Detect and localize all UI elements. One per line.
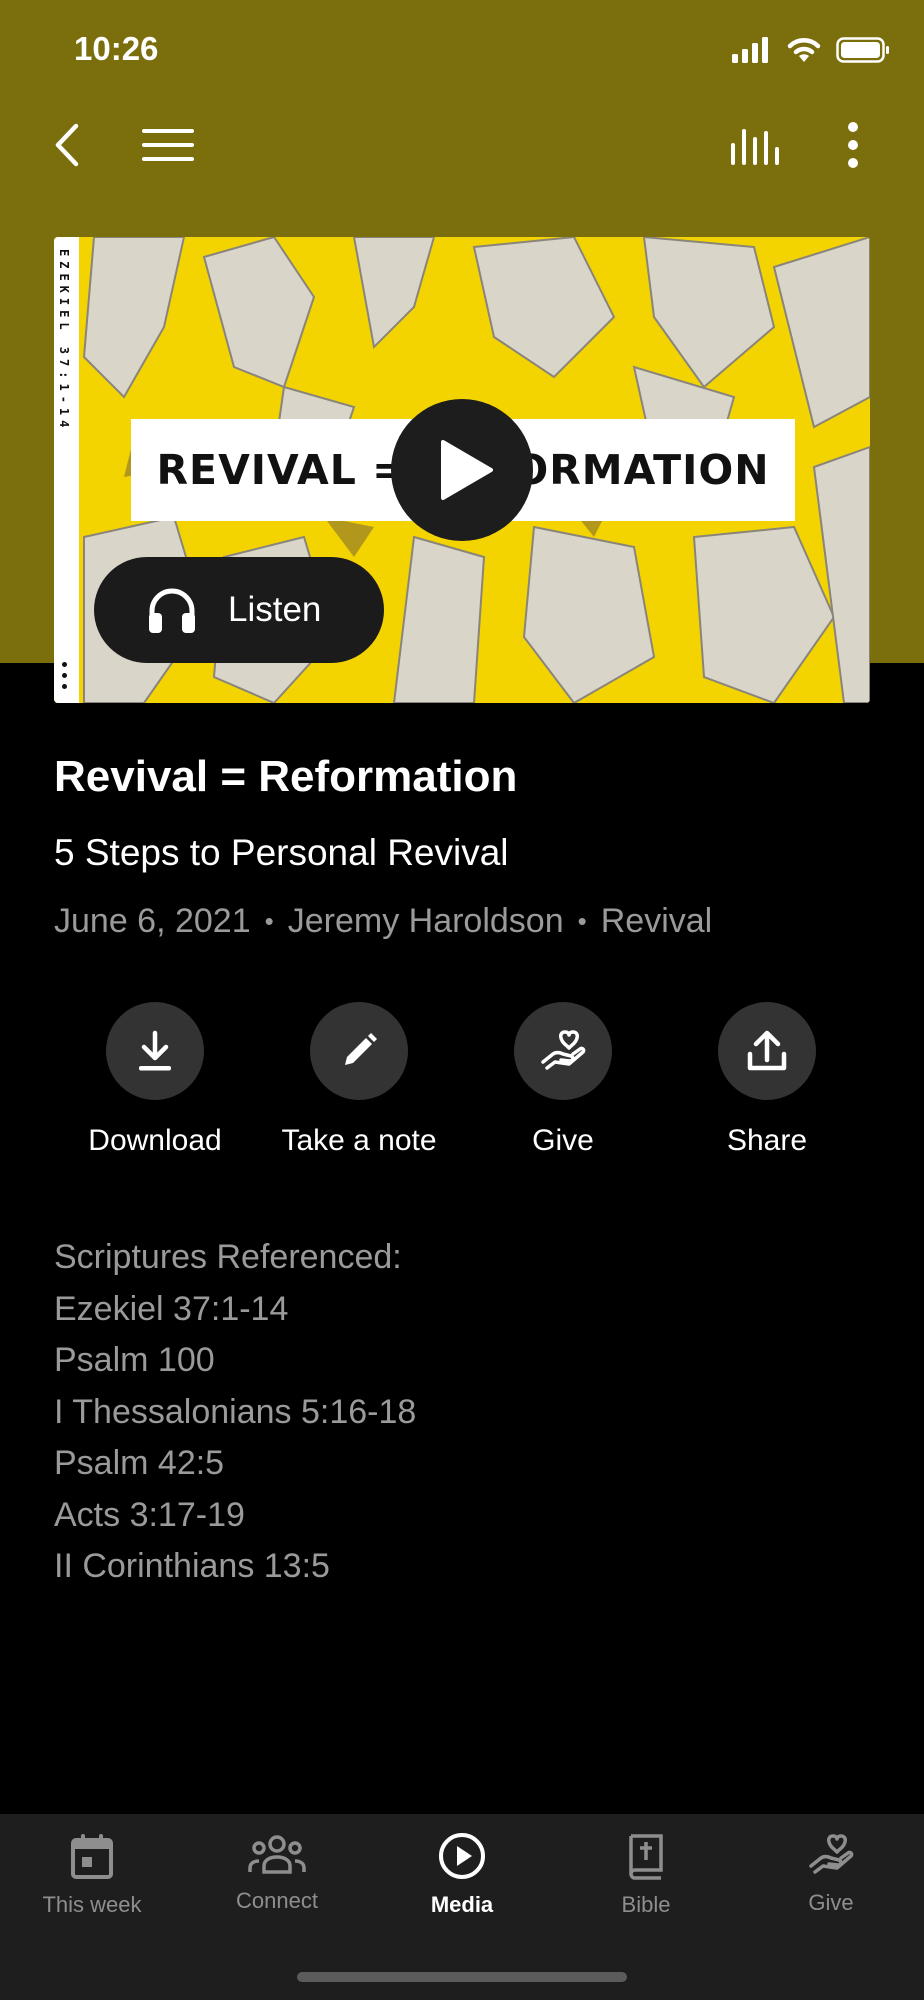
play-button[interactable] xyxy=(391,399,533,541)
battery-icon xyxy=(836,37,889,63)
menu-button[interactable] xyxy=(133,110,203,180)
play-icon xyxy=(441,440,493,500)
note-circle xyxy=(310,1002,408,1100)
tab-connect[interactable]: Connect xyxy=(185,1832,369,1914)
tab-label: This week xyxy=(42,1892,142,1917)
tab-label: Give xyxy=(808,1890,854,1915)
message-subtitle: 5 Steps to Personal Revival xyxy=(54,832,509,873)
wifi-icon xyxy=(787,38,821,62)
give-label: Give xyxy=(532,1124,594,1157)
spine-dots xyxy=(62,662,67,689)
message-date: June 6, 2021 xyxy=(54,902,251,940)
scripture-item: Ezekiel 37:1-14 xyxy=(54,1289,289,1328)
download-icon xyxy=(139,1030,171,1071)
chevron-left-icon xyxy=(55,123,79,167)
share-icon xyxy=(747,1030,787,1071)
message-speaker[interactable]: Jeremy Haroldson xyxy=(288,902,564,941)
people-icon xyxy=(248,1835,306,1874)
top-navigation-bar xyxy=(0,110,924,190)
give-hand-heart-icon xyxy=(541,1030,586,1070)
download-circle xyxy=(106,1002,204,1100)
tab-label: Bible xyxy=(621,1892,671,1917)
listen-label: Listen xyxy=(228,590,322,629)
status-bar: 10:26 xyxy=(0,0,924,100)
message-meta: June 6, 2021 • Jeremy Haroldson • Reviva… xyxy=(54,902,712,941)
tab-give[interactable]: Give xyxy=(739,1832,923,1916)
tab-media[interactable]: Media xyxy=(370,1832,554,1918)
tab-label: Connect xyxy=(236,1888,318,1913)
status-icons xyxy=(732,36,890,64)
message-title: Revival = Reformation xyxy=(54,752,518,801)
pencil-icon xyxy=(345,1033,377,1065)
play-circle-icon xyxy=(439,1833,485,1879)
hamburger-menu-icon xyxy=(142,129,194,161)
status-time: 10:26 xyxy=(74,30,159,67)
scripture-item: Psalm 42:5 xyxy=(54,1444,225,1482)
scripture-item: I Thessalonians 5:16-18 xyxy=(54,1392,417,1431)
message-series[interactable]: Revival xyxy=(601,902,712,941)
audio-bars-icon xyxy=(731,129,779,165)
share-label: Share xyxy=(726,1124,808,1157)
spine-scripture-text: EZEKIEL 37:1-14 xyxy=(57,249,71,433)
share-circle xyxy=(718,1002,816,1100)
more-vertical-icon xyxy=(848,122,858,168)
meta-separator: • xyxy=(577,906,587,936)
give-button[interactable]: Give xyxy=(463,1002,663,1158)
back-button[interactable] xyxy=(32,110,102,180)
listen-button[interactable]: Listen xyxy=(94,557,384,663)
give-hand-heart-icon xyxy=(809,1834,854,1874)
calendar-icon xyxy=(71,1834,113,1879)
share-button[interactable]: Share xyxy=(667,1002,867,1158)
give-circle xyxy=(514,1002,612,1100)
take-a-note-label: Take a note xyxy=(281,1124,437,1157)
tab-this-week[interactable]: This week xyxy=(0,1832,184,1918)
cellular-signal-icon xyxy=(732,37,768,63)
sermon-artwork: EZEKIEL 37:1-14 REVIVAL = REFORMATION Li… xyxy=(54,237,870,703)
artwork-spine: EZEKIEL 37:1-14 xyxy=(54,237,79,703)
home-indicator[interactable] xyxy=(297,1972,627,1982)
tab-bible[interactable]: Bible xyxy=(554,1832,738,1918)
bible-icon xyxy=(629,1834,663,1880)
tab-label: Media xyxy=(430,1892,494,1917)
scriptures-heading: Scriptures Referenced: xyxy=(54,1238,402,1276)
scripture-item: Acts 3:17-19 xyxy=(54,1495,245,1534)
scriptures-referenced: Scriptures Referenced: Ezekiel 37:1-14 P… xyxy=(54,1232,416,1593)
more-options-button[interactable] xyxy=(818,110,888,180)
scripture-item: Psalm 100 xyxy=(54,1341,215,1379)
take-a-note-button[interactable]: Take a note xyxy=(259,1002,459,1158)
action-row: Download Take a note Give Share xyxy=(0,1002,924,1172)
audio-bars-button[interactable] xyxy=(720,110,790,180)
download-button[interactable]: Download xyxy=(55,1002,255,1158)
download-label: Download xyxy=(88,1124,222,1157)
scripture-item: II Corinthians 13:5 xyxy=(54,1547,330,1585)
meta-separator: • xyxy=(264,906,274,936)
media-detail-screen: 10:26 EZEKIEL 37:1-14 REVIVAL = REFORMAT… xyxy=(0,0,924,2000)
headphones-icon xyxy=(149,588,195,633)
